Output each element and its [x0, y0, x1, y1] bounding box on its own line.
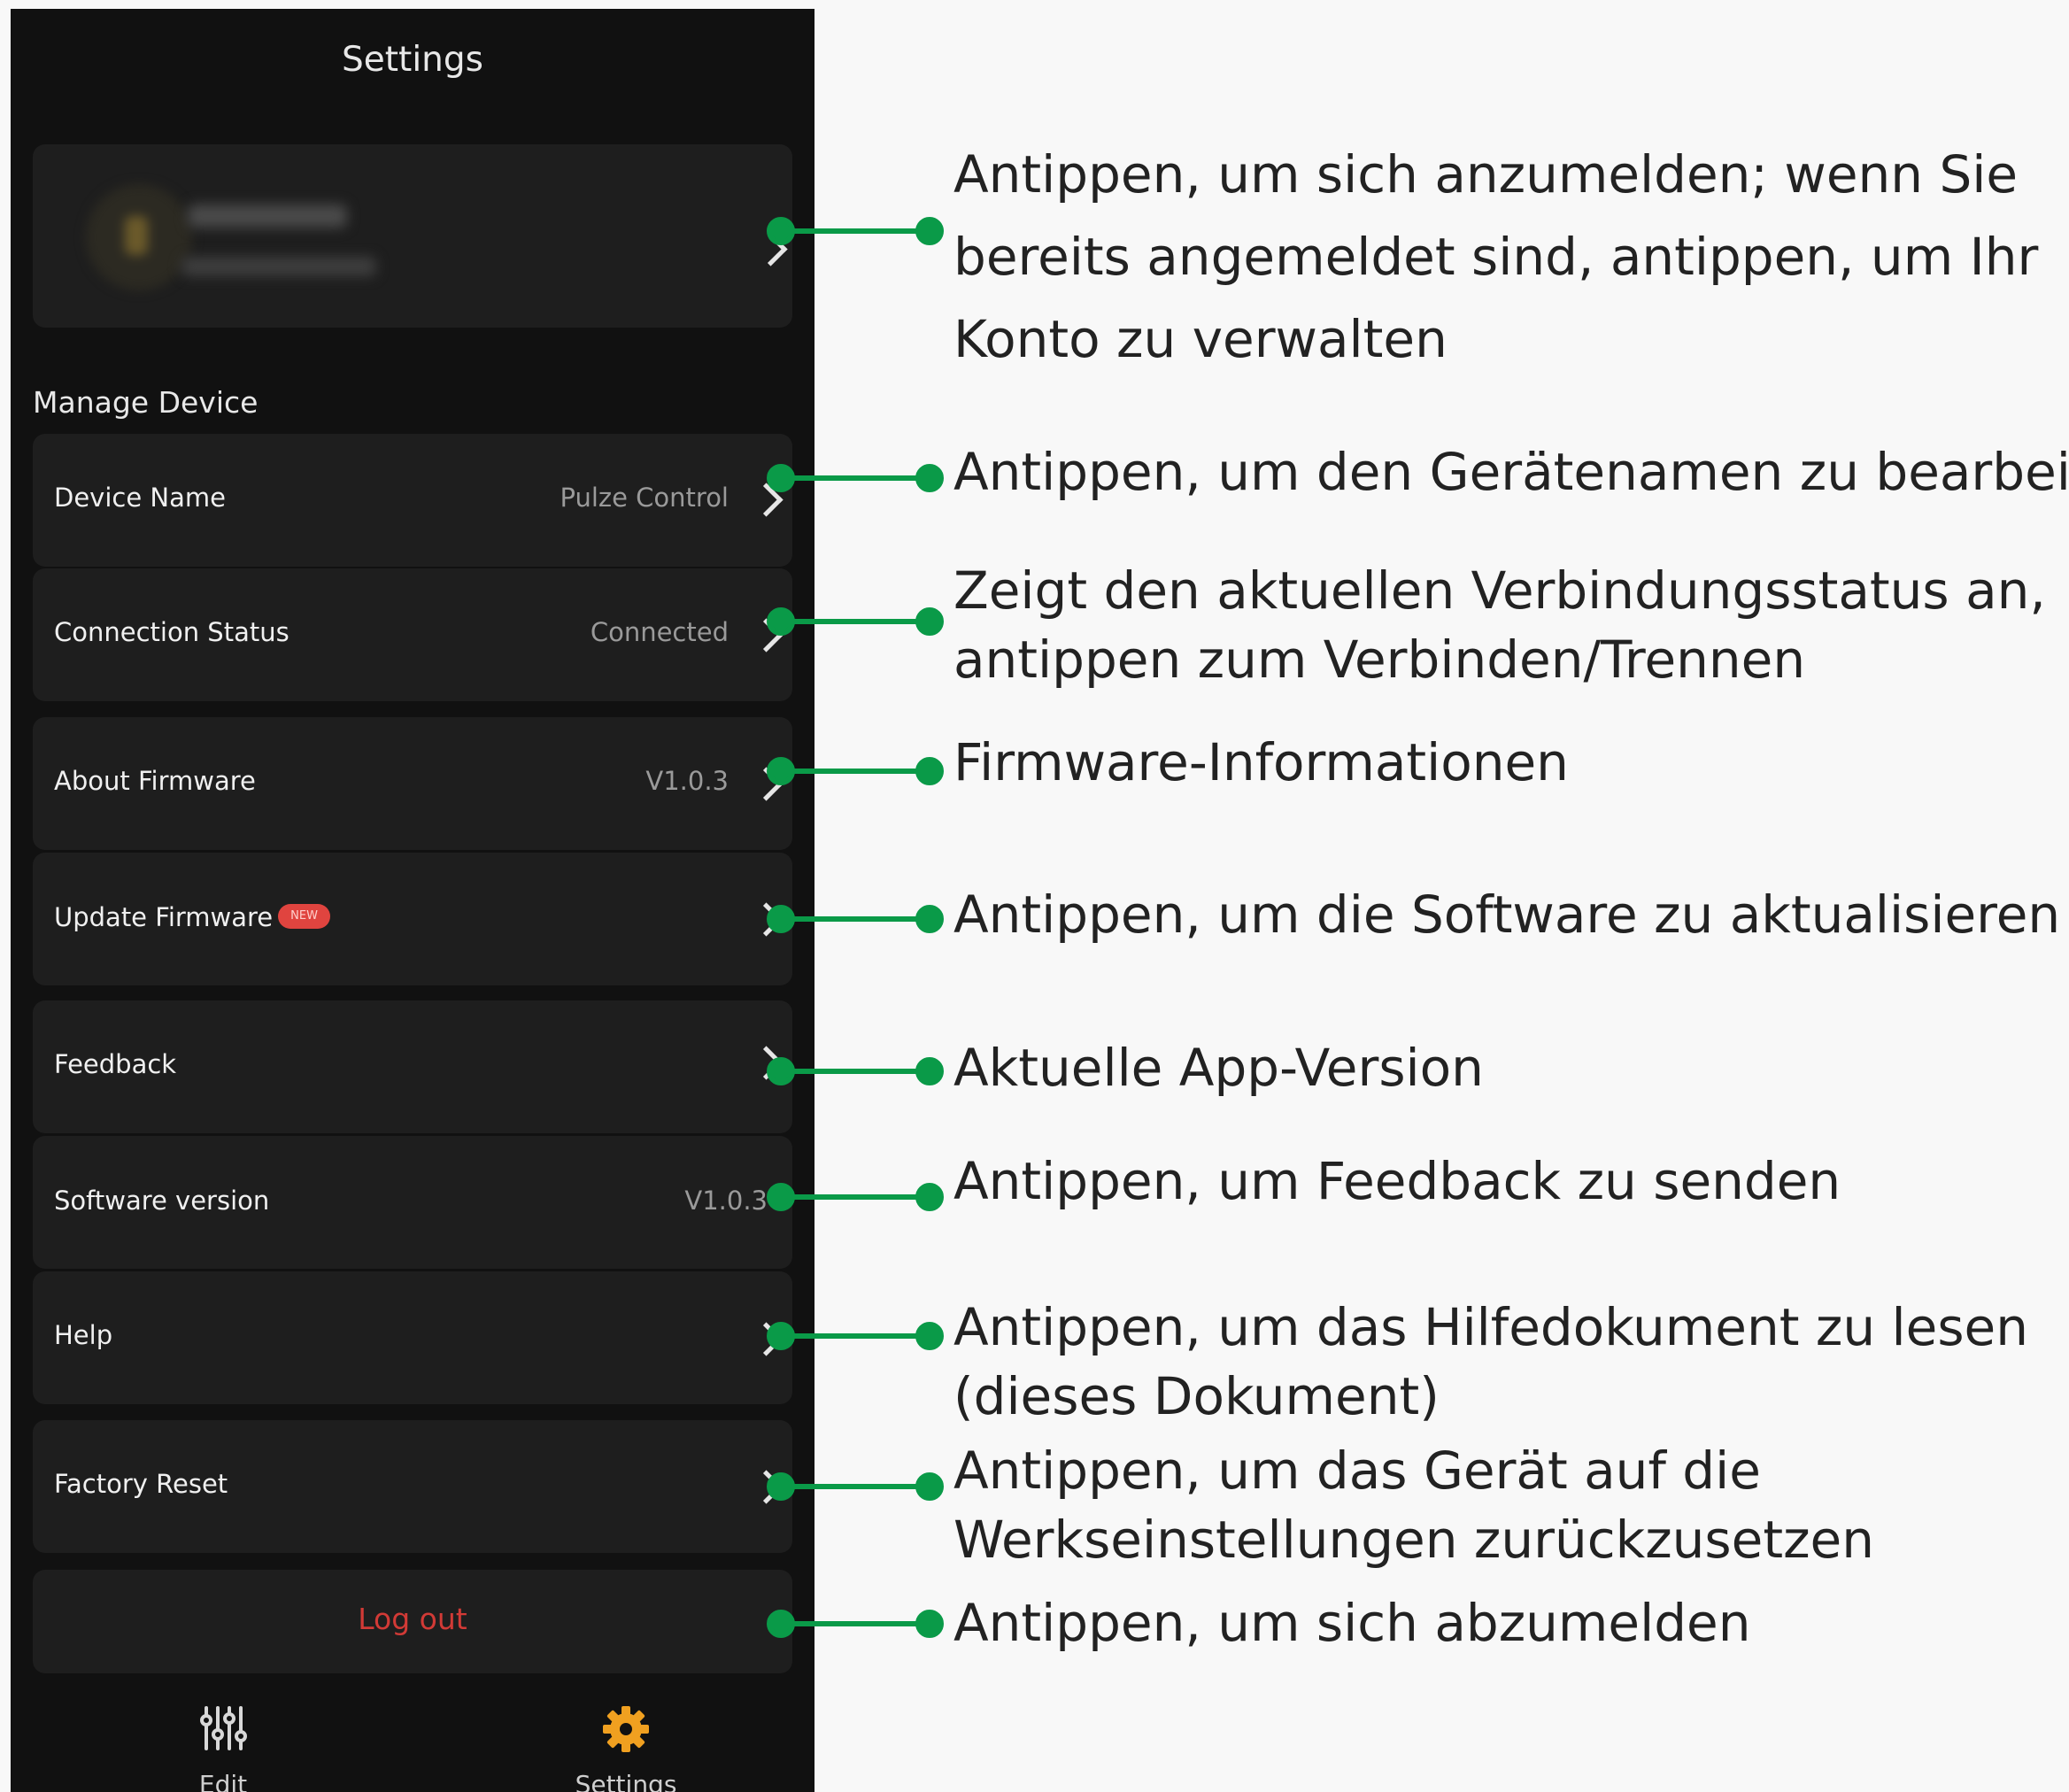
- callout-line: Antippen, um den Gerätenamen zu bearbeit…: [953, 442, 2069, 502]
- profile-email: [181, 257, 376, 276]
- row-label-text: Update Firmware: [54, 902, 274, 932]
- row-label: Device Name: [54, 483, 226, 513]
- callout-line: Antippen, um sich anzumelden; wenn Sie: [953, 144, 2019, 205]
- callout-line: Antippen, um Feedback zu senden: [953, 1151, 1841, 1211]
- row-label: Software version: [54, 1186, 270, 1216]
- callout-line: Werkseinstellungen zurückzusetzen: [953, 1510, 1874, 1570]
- chevron-right-icon: [749, 902, 784, 937]
- callout-logout: Antippen, um sich abzumelden: [953, 1582, 1750, 1665]
- phone-screen: Settings Manage Device Device Name Pulze…: [11, 9, 814, 1792]
- profile-card[interactable]: [33, 144, 792, 328]
- row-label: Update Firmware NEW: [54, 902, 330, 932]
- tab-edit-label: Edit: [198, 1770, 248, 1792]
- chevron-right-icon: [753, 232, 788, 266]
- callout-feedback: Aktuelle App-Version: [953, 1027, 1484, 1109]
- page-title: Settings: [342, 40, 483, 80]
- chevron-right-icon: [749, 483, 784, 517]
- callout-about-firmware: Firmware-Informationen: [953, 722, 1569, 804]
- row-label: Connection Status: [54, 617, 290, 647]
- callout-line: Firmware-Informationen: [953, 732, 1569, 792]
- chevron-right-icon: [749, 1322, 784, 1356]
- callout-account: Antippen, um sich anzumelden; wenn Sie b…: [953, 134, 2038, 381]
- row-value: V1.0.3: [684, 1186, 768, 1216]
- callout-line: Antippen, um das Hilfedokument zu lesen: [953, 1297, 2028, 1357]
- callout-help: Antippen, um das Hilfedokument zu lesen …: [953, 1293, 2028, 1431]
- callout-connection-status: Zeigt den aktuellen Verbindungsstatus an…: [953, 556, 2046, 694]
- feedback-row[interactable]: Feedback: [33, 1000, 792, 1133]
- callout-line: bereits angemeldet sind, antippen, um Ih…: [953, 227, 2039, 287]
- tab-settings-label: Settings: [575, 1770, 677, 1792]
- profile-name: [188, 205, 347, 228]
- software-version-row: Software version V1.0.3: [33, 1136, 792, 1269]
- help-row[interactable]: Help: [33, 1271, 792, 1404]
- row-label: About Firmware: [54, 766, 256, 796]
- tab-edit[interactable]: Edit: [161, 1704, 285, 1792]
- row-value: Pulze Control: [560, 483, 729, 513]
- row-label: Help: [54, 1320, 113, 1350]
- callout-line: Zeigt den aktuellen Verbindungsstatus an…: [953, 560, 2046, 621]
- callout-factory-reset: Antippen, um das Gerät auf die Werkseins…: [953, 1436, 1874, 1574]
- callout-line: Antippen, um das Gerät auf die: [953, 1441, 1761, 1501]
- callout-device-name: Antippen, um den Gerätenamen zu bearbeit…: [953, 431, 2069, 514]
- callout-line: (dieses Dokument): [953, 1366, 1440, 1426]
- avatar: [86, 184, 192, 290]
- section-header-manage-device: Manage Device: [33, 385, 259, 420]
- sliders-icon: [200, 1706, 247, 1750]
- callout-software-version: Antippen, um Feedback zu senden: [953, 1140, 1841, 1223]
- callout-line: Konto zu verwalten: [953, 309, 1448, 369]
- chevron-right-icon: [749, 618, 784, 653]
- chevron-right-icon: [749, 1046, 784, 1080]
- callout-update-firmware: Antippen, um die Software zu aktualisier…: [953, 874, 2060, 956]
- row-label: Factory Reset: [54, 1469, 228, 1499]
- connection-status-row[interactable]: Connection Status Connected: [33, 568, 792, 701]
- callout-line: Antippen, um sich abzumelden: [953, 1593, 1751, 1653]
- factory-reset-row[interactable]: Factory Reset: [33, 1420, 792, 1553]
- chevron-right-icon: [749, 1470, 784, 1504]
- row-value: Connected: [590, 617, 729, 647]
- update-firmware-row[interactable]: Update Firmware NEW: [33, 853, 792, 985]
- tab-settings[interactable]: Settings: [537, 1704, 714, 1792]
- row-label: Feedback: [54, 1049, 177, 1079]
- gear-icon: [603, 1706, 649, 1752]
- about-firmware-row[interactable]: About Firmware V1.0.3: [33, 717, 792, 850]
- callout-line: Antippen, um die Software zu aktualisier…: [953, 884, 2061, 945]
- logout-label: Log out: [358, 1602, 467, 1636]
- logout-button[interactable]: Log out: [33, 1570, 792, 1673]
- device-name-row[interactable]: Device Name Pulze Control: [33, 434, 792, 567]
- new-badge: NEW: [278, 904, 330, 929]
- chevron-right-icon: [749, 767, 784, 801]
- callout-line: Aktuelle App-Version: [953, 1038, 1484, 1098]
- callout-line: antippen zum Verbinden/Trennen: [953, 630, 1806, 690]
- row-value: V1.0.3: [645, 766, 729, 796]
